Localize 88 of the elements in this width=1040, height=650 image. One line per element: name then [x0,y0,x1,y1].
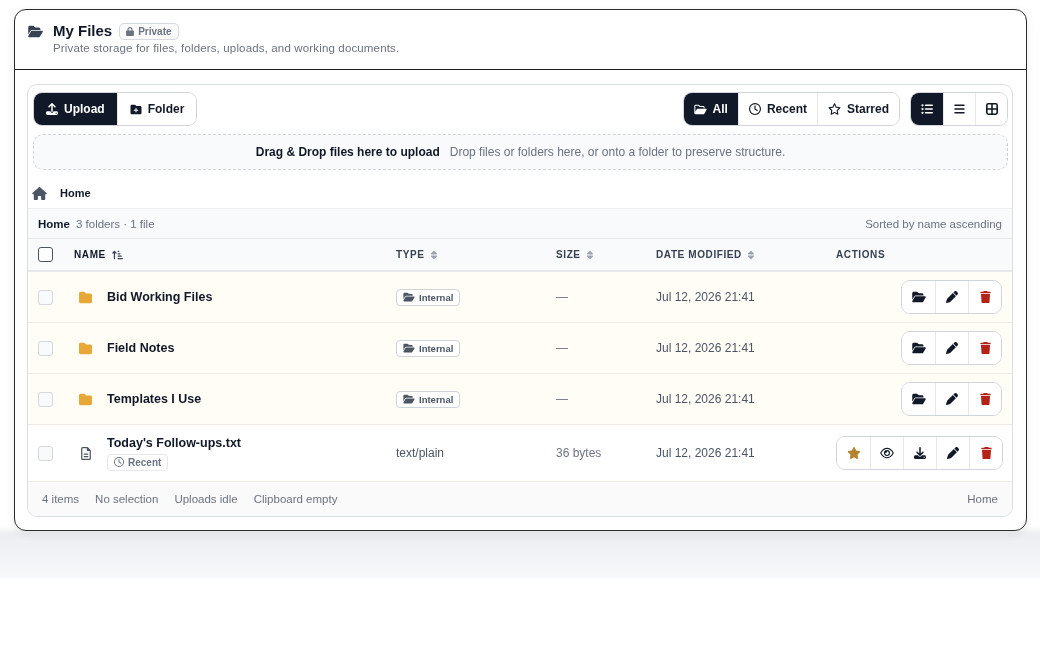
drop-zone-hint: Drop files or folders here, or onto a folder to preserve structure. [449,145,786,159]
sort-ascending-icon [111,249,123,260]
pencil-icon [946,342,958,354]
grid-view-button[interactable] [975,93,1007,125]
file-name[interactable]: Field Notes [107,341,175,355]
filter-tab[interactable]: All [683,93,738,125]
folder-open-icon [403,343,415,353]
modified-date: Jul 12, 2026 21:41 [656,392,755,406]
row-checkbox[interactable] [38,445,53,461]
recent-label: Recent [128,456,162,468]
folder-icon [78,290,93,304]
file-size: — [556,392,568,406]
grid-icon [985,103,998,115]
current-folder: Home [38,217,70,230]
folder-icon [78,341,93,355]
file-name[interactable]: Today's Follow-ups.txt [107,435,241,450]
sort-icon [430,249,437,260]
drop-zone-title: Drag & Drop files here to upload [255,145,440,159]
row-checkbox[interactable] [38,391,53,407]
type-label: Internal [419,342,454,354]
column-header: ACTIONS [836,249,886,260]
column-header[interactable]: TYPE [396,249,437,260]
file-type: text/plain [396,446,445,460]
select-all-checkbox[interactable] [38,247,53,262]
breadcrumb-link[interactable]: Home [60,187,91,199]
file-name[interactable]: Templates I Use [107,392,202,406]
modified-date: Jul 12, 2026 21:41 [656,341,755,355]
row-checkbox[interactable] [38,289,53,305]
delete-button[interactable] [969,437,1002,469]
status-text: Uploads idle [174,493,238,505]
delete-button[interactable] [968,332,1001,364]
status-text: 4 items [42,493,80,505]
modified-date: Jul 12, 2026 21:41 [656,290,755,304]
upload-icon [46,103,58,115]
star-icon [827,103,841,115]
privacy-label: Private [138,25,172,37]
item-counts: 3 folders · 1 file [75,217,155,230]
folder-open-icon [911,291,926,303]
file-size: 36 bytes [556,446,602,460]
file-size: — [556,341,568,355]
menu-lines-icon [954,103,965,115]
lock-icon [126,26,135,36]
folder-open-icon [911,393,926,405]
folder-icon [78,392,93,406]
type-label: Internal [419,393,454,405]
trash-icon [980,447,992,459]
eye-icon [880,447,894,459]
drop-zone[interactable]: Drag & Drop files here to upload Drop files or folders here, or onto a folder to preserve structure. [33,134,1008,170]
file-size: — [556,290,568,304]
page-subtitle: Private storage for files, folders, uploads, and working documents. [53,42,400,55]
sort-note: Sorted by name ascending [865,217,1002,230]
delete-button[interactable] [968,281,1001,313]
status-location: Home [967,493,998,505]
column-header[interactable]: DATE MODIFIED [656,249,754,260]
clock-icon [748,103,761,115]
folder-open-icon [27,24,43,38]
pencil-icon [946,393,958,405]
home-icon [32,186,47,200]
new-folder-button[interactable]: Folder [116,93,197,125]
list-icon [921,103,933,115]
filter-tab[interactable]: Starred [816,93,899,125]
delete-button[interactable] [968,383,1001,415]
pencil-icon [946,291,958,303]
download-icon [914,447,926,459]
row-checkbox[interactable] [38,340,53,356]
column-header[interactable]: SIZE [556,249,593,260]
pencil-icon [947,447,959,459]
status-text: No selection [95,493,159,505]
folder-open-icon [403,394,415,404]
type-label: Internal [419,291,454,303]
upload-button[interactable]: Upload [34,93,117,125]
sort-icon [586,249,593,260]
page-title: My Files [53,22,113,40]
clock-icon [114,457,124,467]
sort-icon [747,249,754,260]
folder-plus-icon [129,103,142,115]
modified-date: Jul 12, 2026 21:41 [656,446,755,460]
document-icon [80,446,91,460]
file-name[interactable]: Bid Working Files [107,290,213,304]
folder-icon [693,103,707,115]
trash-icon [979,342,991,354]
trash-icon [979,393,991,405]
details-view-button[interactable] [911,93,943,125]
status-text: Clipboard empty [253,493,338,505]
column-header[interactable]: NAME [74,249,123,260]
folder-open-icon [911,342,926,354]
trash-icon [979,291,991,303]
folder-open-icon [403,292,415,302]
